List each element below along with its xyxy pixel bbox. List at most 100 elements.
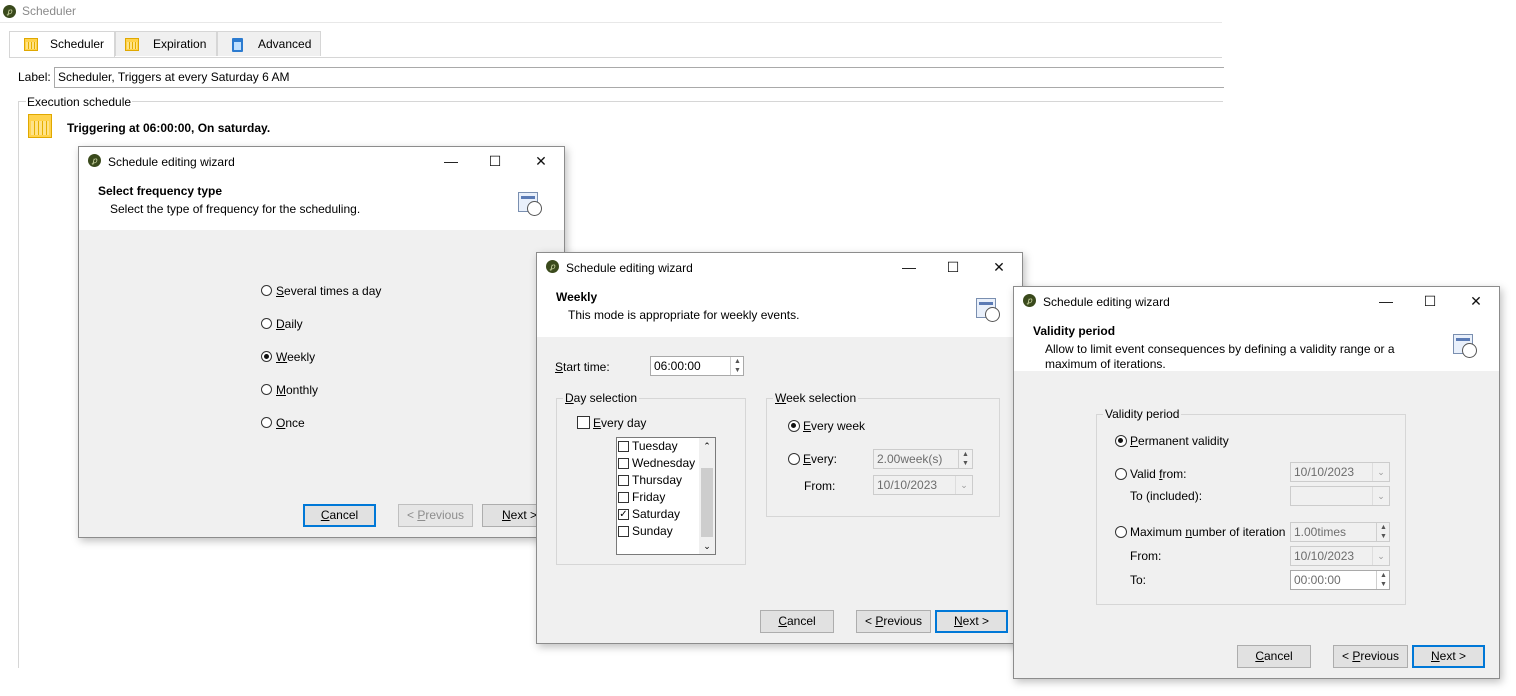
day-list-scrollbar[interactable]: ⌃ ⌄ xyxy=(699,438,715,554)
iterations-to-spinner[interactable]: ▲ ▼ xyxy=(1376,571,1390,589)
every-day-label[interactable]: Every day xyxy=(593,416,646,430)
max-iterations-label[interactable]: Maximum number of iteration xyxy=(1130,525,1290,539)
previous-button[interactable]: < Previous xyxy=(398,504,473,527)
close-icon[interactable]: ✕ xyxy=(1465,292,1487,310)
calendar-icon xyxy=(24,38,38,51)
valid-from-label[interactable]: Valid from: xyxy=(1130,467,1186,481)
header-subtitle-line2: maximum of iterations. xyxy=(1045,357,1166,371)
chevron-down-icon[interactable]: ⌄ xyxy=(955,476,972,494)
radio-once[interactable] xyxy=(261,417,272,428)
titlebar: ꝑ Schedule editing wizard — ☐ ✕ xyxy=(1014,287,1499,316)
tab-label: Advanced xyxy=(258,37,312,51)
start-time-spinner[interactable]: ▲ ▼ xyxy=(730,357,744,375)
day-checkbox[interactable] xyxy=(618,441,629,452)
minimize-icon[interactable]: — xyxy=(1375,292,1397,310)
maximize-icon[interactable]: ☐ xyxy=(942,258,964,276)
permanent-validity-label[interactable]: Permanent validity xyxy=(1130,434,1229,448)
radio-monthly[interactable] xyxy=(261,384,272,395)
scroll-up-icon[interactable]: ⌃ xyxy=(699,438,715,454)
previous-button[interactable]: < Previous xyxy=(856,610,931,633)
next-button[interactable]: Next > xyxy=(935,610,1008,633)
header-subtitle: Select the type of frequency for the sch… xyxy=(110,202,361,216)
iterations-from-date-value: 10/10/2023 xyxy=(1294,549,1355,563)
next-button[interactable]: Next > xyxy=(1412,645,1485,668)
to-included-date-input[interactable]: ⌄ xyxy=(1290,486,1390,506)
chevron-down-icon[interactable]: ⌄ xyxy=(1372,463,1389,481)
radio-max-iterations[interactable] xyxy=(1115,526,1127,538)
day-label[interactable]: Tuesday xyxy=(632,439,678,453)
previous-button[interactable]: < Previous xyxy=(1333,645,1408,668)
header-subtitle-line1: Allow to limit event consequences by def… xyxy=(1045,342,1395,356)
iterations-from-date-input[interactable]: 10/10/2023 ⌄ xyxy=(1290,546,1390,566)
header-title: Validity period xyxy=(1033,324,1116,338)
titlebar: ꝑ Schedule editing wizard — ☐ ✕ xyxy=(537,253,1022,282)
max-iterations-spinner[interactable]: ▲ ▼ xyxy=(1376,523,1390,541)
clipboard-icon xyxy=(232,38,243,52)
scroll-down-icon[interactable]: ⌄ xyxy=(699,538,715,554)
execution-schedule-legend: Execution schedule xyxy=(26,95,133,109)
close-icon[interactable]: ✕ xyxy=(530,152,552,170)
cancel-button[interactable]: Cancel xyxy=(303,504,376,527)
tab-label: Expiration xyxy=(153,37,207,51)
calendar-clock-icon xyxy=(1453,334,1477,358)
every-weeks-spinner[interactable]: ▲ ▼ xyxy=(958,450,972,468)
every-week-label[interactable]: Every week xyxy=(803,419,865,433)
scroll-thumb[interactable] xyxy=(701,468,713,537)
cancel-button[interactable]: Cancel xyxy=(760,610,834,633)
label-input[interactable]: Scheduler, Triggers at every Saturday 6 … xyxy=(54,67,1224,88)
header-title: Select frequency type xyxy=(98,184,223,198)
chevron-down-icon[interactable]: ⌄ xyxy=(1372,487,1389,505)
from-date-input[interactable]: 10/10/2023 ⌄ xyxy=(873,475,973,495)
wizard-header: Select frequency type Select the type of… xyxy=(79,176,564,230)
wizard-validity-dialog: ꝑ Schedule editing wizard — ☐ ✕ Validity… xyxy=(1013,286,1500,679)
label-daily[interactable]: Daily xyxy=(276,317,303,331)
dialog-title: Schedule editing wizard xyxy=(566,261,693,275)
title-divider xyxy=(0,22,1222,23)
radio-permanent-validity[interactable] xyxy=(1115,435,1127,447)
day-label[interactable]: Saturday xyxy=(632,507,680,521)
tab-expiration[interactable]: Expiration xyxy=(115,31,217,56)
tab-advanced[interactable]: Advanced xyxy=(217,31,321,56)
iterations-to-label: To: xyxy=(1130,573,1147,587)
dialog-title: Schedule editing wizard xyxy=(1043,295,1170,309)
day-label[interactable]: Sunday xyxy=(632,524,673,538)
radio-several-times-a-day[interactable] xyxy=(261,285,272,296)
valid-from-date-input[interactable]: 10/10/2023 ⌄ xyxy=(1290,462,1390,482)
app-logo-icon: ꝑ xyxy=(546,260,559,273)
maximize-icon[interactable]: ☐ xyxy=(484,152,506,170)
minimize-icon[interactable]: — xyxy=(898,258,920,276)
from-label: From: xyxy=(804,479,836,493)
label-monthly[interactable]: Monthly xyxy=(276,383,318,397)
close-icon[interactable]: ✕ xyxy=(988,258,1010,276)
dialog-title: Schedule editing wizard xyxy=(108,155,235,169)
every-day-checkbox[interactable] xyxy=(577,416,590,429)
minimize-icon[interactable]: — xyxy=(440,152,462,170)
label-several-times-a-day[interactable]: Several times a day xyxy=(276,284,381,298)
valid-from-date-value: 10/10/2023 xyxy=(1294,465,1355,479)
day-checkbox[interactable] xyxy=(618,526,629,537)
label-weekly[interactable]: Weekly xyxy=(276,350,315,364)
cancel-button[interactable]: Cancel xyxy=(1237,645,1311,668)
day-checkbox[interactable] xyxy=(618,475,629,486)
radio-every-week[interactable] xyxy=(788,420,800,432)
chevron-down-icon[interactable]: ⌄ xyxy=(1372,547,1389,565)
calendar-icon xyxy=(125,38,139,51)
day-label[interactable]: Thursday xyxy=(632,473,682,487)
radio-weekly[interactable] xyxy=(261,351,272,362)
day-label[interactable]: Friday xyxy=(632,490,665,504)
day-label[interactable]: Wednesday xyxy=(632,456,695,470)
tab-scheduler[interactable]: Scheduler xyxy=(9,31,115,58)
label-once[interactable]: Once xyxy=(276,416,305,430)
maximize-icon[interactable]: ☐ xyxy=(1419,292,1441,310)
radio-daily[interactable] xyxy=(261,318,272,329)
radio-every[interactable] xyxy=(788,453,800,465)
header-subtitle: This mode is appropriate for weekly even… xyxy=(568,308,800,322)
day-checkbox[interactable] xyxy=(618,492,629,503)
label-caption: Label: xyxy=(18,70,51,84)
day-checkbox-checked[interactable]: ✓ xyxy=(618,509,629,520)
every-label[interactable]: Every: xyxy=(803,452,837,466)
max-iterations-input[interactable]: 1.00times xyxy=(1290,522,1390,542)
radio-valid-from[interactable] xyxy=(1115,468,1127,480)
day-checkbox[interactable] xyxy=(618,458,629,469)
iterations-to-time-input[interactable]: 00:00:00 xyxy=(1290,570,1390,590)
